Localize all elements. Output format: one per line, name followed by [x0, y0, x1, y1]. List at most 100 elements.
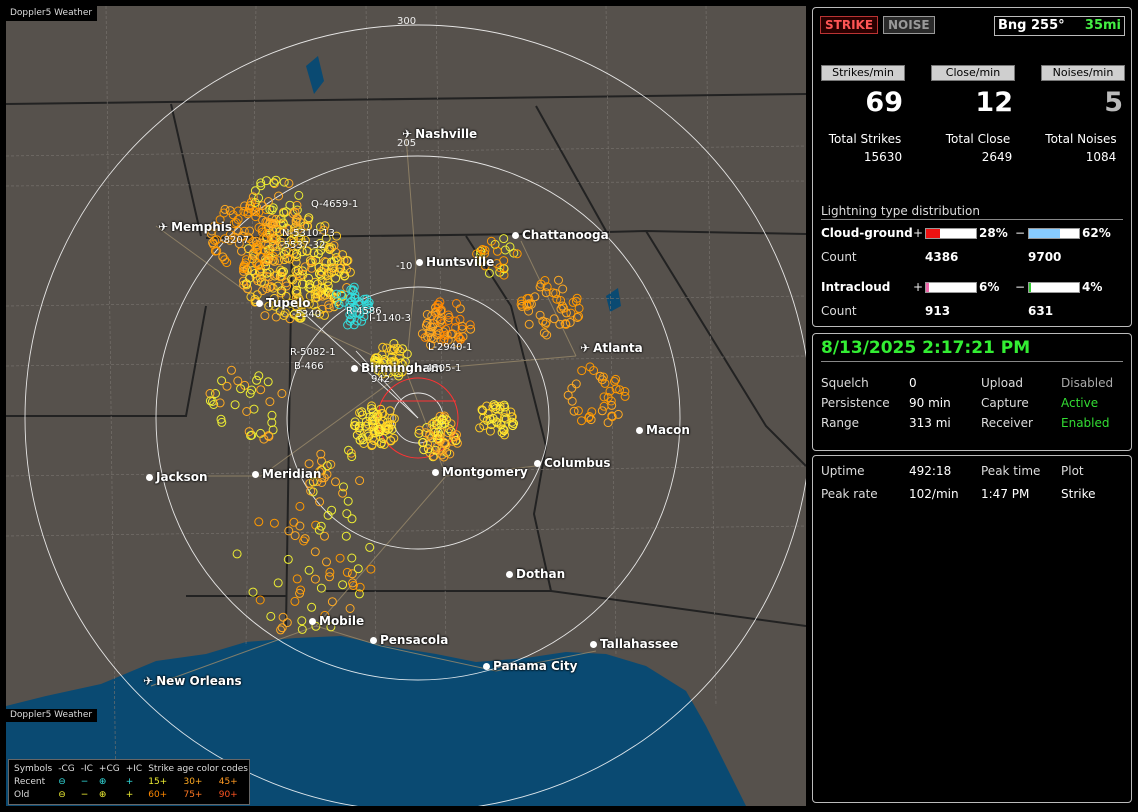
- ic-pos-count: 913: [925, 304, 951, 318]
- city-huntsville: Huntsville: [416, 256, 494, 268]
- strike-marker: [282, 618, 292, 628]
- city-dot-icon: [534, 460, 541, 467]
- storm-cell-label[interactable]: I-1140-3: [369, 313, 411, 324]
- city-name: Mobile: [319, 614, 365, 628]
- strike-marker: [316, 583, 326, 593]
- strike-marker: [342, 567, 352, 577]
- age-60: 60+: [148, 789, 168, 800]
- age-75: 75+: [183, 789, 203, 800]
- strike-marker: [295, 521, 305, 531]
- ic-neg-count: 631: [1028, 304, 1054, 318]
- capture-label: Capture: [981, 396, 1029, 410]
- storm-cell-label[interactable]: 4305-1: [426, 363, 461, 374]
- uptime-value: 492:18: [909, 464, 952, 478]
- strike-marker: [539, 328, 549, 338]
- strike-marker: [310, 547, 320, 557]
- strike-marker: [254, 517, 264, 527]
- current-datetime: 8/13/2025 2:17:21 PM: [821, 338, 1123, 362]
- noises-per-min-button[interactable]: Noises/min: [1041, 65, 1125, 81]
- strike-marker: [355, 476, 365, 486]
- cg-neg-bar: [1028, 228, 1080, 239]
- strike-marker: [567, 396, 577, 406]
- city-meridian: Meridian: [252, 468, 321, 480]
- map-title: Doppler5 Weather: [6, 6, 98, 21]
- strike-marker: [335, 553, 345, 563]
- neg-cg-recent-icon: ⊖: [58, 776, 66, 787]
- city-chattanooga: Chattanooga: [512, 229, 609, 241]
- city-dot-icon: [146, 474, 153, 481]
- city-name: Meridian: [262, 467, 322, 481]
- storm-cell-label[interactable]: L-2940-1: [428, 342, 472, 353]
- airplane-icon: ✈: [580, 341, 591, 355]
- cg-pos-count: 4386: [925, 250, 959, 264]
- storm-cell-label[interactable]: Q-4659-1: [311, 199, 358, 210]
- city-name: Macon: [646, 423, 690, 437]
- receiver-value: Enabled: [1061, 416, 1110, 430]
- storm-cell-label[interactable]: B-466: [294, 361, 324, 372]
- noise-toggle[interactable]: NOISE: [883, 16, 935, 34]
- bearing-distance: 35mi: [1084, 18, 1121, 33]
- strike-marker: [603, 418, 613, 428]
- legend-header-age: Strike age color codes: [148, 763, 248, 774]
- strike-marker: [554, 275, 563, 285]
- pos-cg-recent-icon: ⊕: [98, 776, 107, 787]
- strike-marker: [294, 190, 304, 200]
- strike-marker: [342, 509, 352, 519]
- close-per-min-button[interactable]: Close/min: [931, 65, 1015, 81]
- legend-header-neg-ic: -IC: [80, 763, 93, 774]
- upload-label: Upload: [981, 376, 1024, 390]
- uptime-label: Uptime: [821, 464, 865, 478]
- neg-cg-old-icon: ⊖: [58, 789, 66, 800]
- strike-marker: [307, 602, 317, 612]
- ic-neg-pct: 4%: [1082, 280, 1103, 294]
- total-noises-label: Total Noises: [1045, 132, 1117, 146]
- strike-marker: [290, 531, 300, 541]
- storm-cell-label[interactable]: -8207: [220, 235, 249, 246]
- storm-cell-label[interactable]: N-5310-13: [282, 228, 335, 239]
- peak-rate-value: 102/min: [909, 487, 959, 501]
- distribution-title: Lightning type distribution: [821, 204, 1123, 220]
- plot-value[interactable]: Strike: [1061, 487, 1096, 501]
- cloud-ground-label: Cloud-ground: [821, 226, 913, 240]
- strike-marker: [252, 375, 262, 385]
- cg-neg-pct: 62%: [1082, 226, 1111, 240]
- strike-marker: [327, 597, 337, 607]
- legend-header-symbols: Symbols: [14, 763, 53, 774]
- storm-cell-label[interactable]: 942-: [371, 374, 394, 385]
- city-dot-icon: [351, 365, 358, 372]
- intracloud-label: Intracloud: [821, 280, 891, 294]
- city-pensacola: Pensacola: [370, 634, 448, 646]
- storm-cell-label[interactable]: -5340: [292, 309, 321, 320]
- strike-marker: [222, 258, 232, 268]
- strike-marker: [297, 624, 307, 634]
- age-15: 15+: [148, 776, 168, 787]
- city-dot-icon: [432, 469, 439, 476]
- strike-marker: [347, 553, 357, 563]
- strike-marker: [273, 578, 283, 588]
- strike-marker: [357, 316, 367, 326]
- strike-marker: [276, 625, 286, 635]
- storm-cell-label[interactable]: R-5082-1: [290, 347, 336, 358]
- strikes-per-min-button[interactable]: Strikes/min: [821, 65, 905, 81]
- city-dot-icon: [416, 259, 423, 266]
- pos-ic-old-icon: +: [125, 789, 134, 800]
- legend-header-pos-ic: +IC: [125, 763, 143, 774]
- strike-marker: [299, 536, 309, 546]
- strike-marker: [492, 246, 502, 256]
- strike-marker: [266, 611, 276, 621]
- city-jackson: Jackson: [146, 471, 208, 483]
- city-mobile: Mobile: [309, 615, 364, 627]
- strike-toggle[interactable]: STRIKE: [820, 16, 879, 34]
- city-dot-icon: [506, 571, 513, 578]
- strike-marker: [322, 557, 331, 567]
- lightning-map[interactable]: Doppler5 Weather Doppler5 Weather 300 20…: [6, 6, 806, 806]
- city-macon: Macon: [636, 424, 690, 436]
- city-columbus: Columbus: [534, 457, 611, 469]
- close-per-min-value: 12: [975, 87, 1013, 118]
- capture-value: Active: [1061, 396, 1099, 410]
- storm-cell-label[interactable]: -10: [396, 261, 412, 272]
- strike-marker: [292, 574, 302, 584]
- storm-cell-label[interactable]: -5537-32: [280, 240, 325, 251]
- strike-marker: [290, 596, 300, 606]
- city-name: Panama City: [493, 659, 578, 673]
